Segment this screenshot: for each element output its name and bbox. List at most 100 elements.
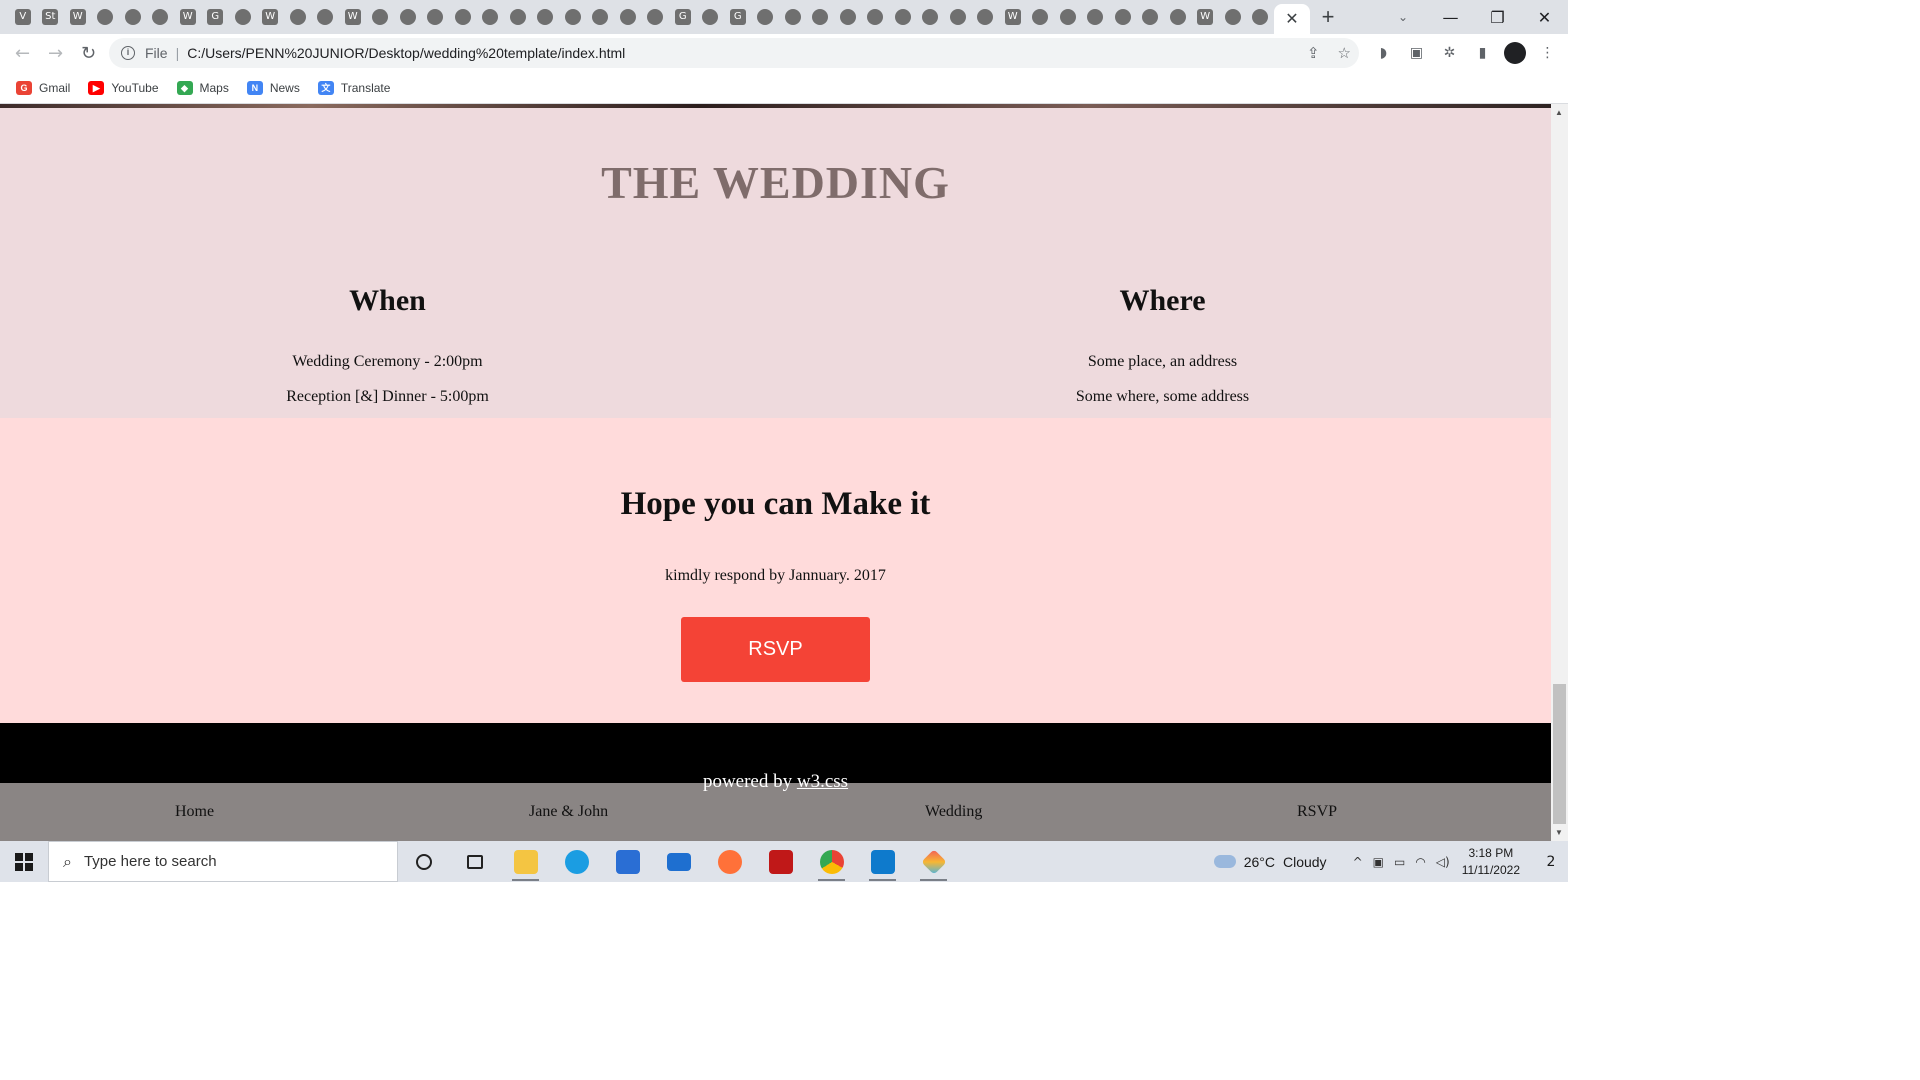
back-button[interactable]: ← <box>6 34 39 72</box>
browser-tab[interactable]: W <box>339 0 367 34</box>
browser-tab[interactable] <box>1054 0 1082 34</box>
browser-tab[interactable] <box>752 0 780 34</box>
battery-icon[interactable]: ▭ <box>1394 855 1405 869</box>
browser-tab[interactable] <box>889 0 917 34</box>
browser-tab[interactable] <box>1109 0 1137 34</box>
browser-tab[interactable] <box>92 0 120 34</box>
browser-tab[interactable] <box>229 0 257 34</box>
browser-tab[interactable]: St <box>37 0 65 34</box>
nav-link-rsvp[interactable]: RSVP <box>1297 803 1337 821</box>
git-client-icon[interactable] <box>908 841 959 882</box>
vscode-icon[interactable] <box>857 841 908 882</box>
page-scrollbar[interactable]: ▲ ▼ <box>1551 104 1568 841</box>
forward-button[interactable]: → <box>39 34 72 72</box>
close-tab-icon[interactable]: ✕ <box>1285 9 1298 29</box>
browser-tab[interactable] <box>1137 0 1165 34</box>
active-tab[interactable]: ✕ <box>1274 4 1310 34</box>
browser-tab[interactable] <box>119 0 147 34</box>
close-window-button[interactable]: ✕ <box>1521 0 1568 34</box>
browser-tab[interactable] <box>477 0 505 34</box>
bookmark-star-icon[interactable]: ☆ <box>1338 44 1351 62</box>
minimize-button[interactable]: — <box>1427 0 1474 34</box>
site-info-icon[interactable]: i <box>121 46 135 60</box>
volume-icon[interactable]: ◁) <box>1436 855 1450 869</box>
bookmark-gmail[interactable]: G Gmail <box>16 80 70 95</box>
chrome-icon[interactable] <box>806 841 857 882</box>
bookmark-youtube[interactable]: ▶ YouTube <box>88 80 159 95</box>
start-button[interactable] <box>0 841 48 882</box>
side-panel-icon[interactable]: ▮ <box>1466 34 1499 72</box>
tray-chevron-icon[interactable]: ^ <box>1353 855 1363 869</box>
store-icon[interactable] <box>602 841 653 882</box>
address-bar[interactable]: i File | C:/Users/PENN%20JUNIOR/Desktop/… <box>109 38 1359 68</box>
browser-tab[interactable] <box>449 0 477 34</box>
browser-tab[interactable] <box>697 0 725 34</box>
extension-icon[interactable]: ◗ <box>1367 34 1400 72</box>
browser-tab[interactable] <box>1219 0 1247 34</box>
browser-tab[interactable]: W <box>1192 0 1220 34</box>
browser-tab[interactable] <box>504 0 532 34</box>
browser-tab[interactable] <box>532 0 560 34</box>
bookmark-maps[interactable]: ◆ Maps <box>176 80 229 95</box>
weather-widget[interactable]: 26°C Cloudy <box>1213 854 1327 870</box>
browser-tab[interactable]: W <box>999 0 1027 34</box>
browser-tab[interactable] <box>422 0 450 34</box>
browser-tab[interactable]: W <box>174 0 202 34</box>
browser-tab[interactable] <box>1164 0 1192 34</box>
browser-tab[interactable] <box>642 0 670 34</box>
clock[interactable]: 3:18 PM 11/11/2022 <box>1462 845 1520 879</box>
nav-link-couple[interactable]: Jane & John <box>529 803 608 821</box>
browser-tab[interactable] <box>312 0 340 34</box>
pocket-icon[interactable]: ▣ <box>1400 34 1433 72</box>
rsvp-button[interactable]: RSVP <box>681 617 870 682</box>
scroll-down-icon[interactable]: ▼ <box>1555 828 1563 837</box>
browser-tab[interactable] <box>1082 0 1110 34</box>
browser-tab[interactable]: G <box>202 0 230 34</box>
browser-tab[interactable] <box>779 0 807 34</box>
mail-icon[interactable] <box>653 841 704 882</box>
browser-tab[interactable] <box>862 0 890 34</box>
wifi-icon[interactable]: ◠ <box>1415 855 1425 869</box>
new-tab-button[interactable]: + <box>1310 0 1346 34</box>
browser-tab[interactable] <box>972 0 1000 34</box>
profile-avatar[interactable] <box>1504 42 1526 64</box>
w3css-link[interactable]: w3.css <box>797 771 848 792</box>
scroll-up-icon[interactable]: ▲ <box>1555 108 1563 117</box>
meet-icon[interactable]: ▣ <box>1373 855 1384 869</box>
bookmark-translate[interactable]: 文 Translate <box>317 80 390 95</box>
cortana-icon[interactable] <box>398 841 449 882</box>
extensions-puzzle-icon[interactable]: ✲ <box>1433 34 1466 72</box>
nav-link-home[interactable]: Home <box>175 803 214 821</box>
browser-tab[interactable] <box>834 0 862 34</box>
browser-tab[interactable] <box>367 0 395 34</box>
edge-icon[interactable] <box>551 841 602 882</box>
reload-button[interactable]: ↻ <box>72 34 105 72</box>
browser-tab[interactable] <box>147 0 175 34</box>
browser-tab[interactable] <box>917 0 945 34</box>
firefox-icon[interactable] <box>704 841 755 882</box>
browser-tab[interactable] <box>944 0 972 34</box>
browser-tab[interactable] <box>284 0 312 34</box>
maximize-button[interactable]: ❐ <box>1474 0 1521 34</box>
taskbar-search[interactable]: ⌕ Type here to search <box>48 841 398 882</box>
share-icon[interactable]: ⇪ <box>1307 44 1320 62</box>
browser-tab[interactable]: V <box>9 0 37 34</box>
browser-tab[interactable]: G <box>724 0 752 34</box>
browser-tab[interactable] <box>394 0 422 34</box>
scroll-thumb[interactable] <box>1553 684 1566 824</box>
browser-tab[interactable] <box>614 0 642 34</box>
url-text[interactable]: C:/Users/PENN%20JUNIOR/Desktop/wedding%2… <box>187 45 625 61</box>
file-explorer-icon[interactable] <box>500 841 551 882</box>
browser-tab[interactable] <box>559 0 587 34</box>
browser-tab[interactable] <box>1027 0 1055 34</box>
task-view-icon[interactable] <box>449 841 500 882</box>
browser-tab[interactable]: W <box>64 0 92 34</box>
menu-icon[interactable]: ⋮ <box>1531 34 1564 72</box>
browser-tab[interactable] <box>1247 0 1275 34</box>
mcafee-icon[interactable] <box>755 841 806 882</box>
browser-tab[interactable] <box>807 0 835 34</box>
nav-link-wedding[interactable]: Wedding <box>925 803 982 821</box>
browser-tab[interactable] <box>587 0 615 34</box>
browser-tab[interactable]: G <box>669 0 697 34</box>
browser-tab[interactable]: W <box>257 0 285 34</box>
